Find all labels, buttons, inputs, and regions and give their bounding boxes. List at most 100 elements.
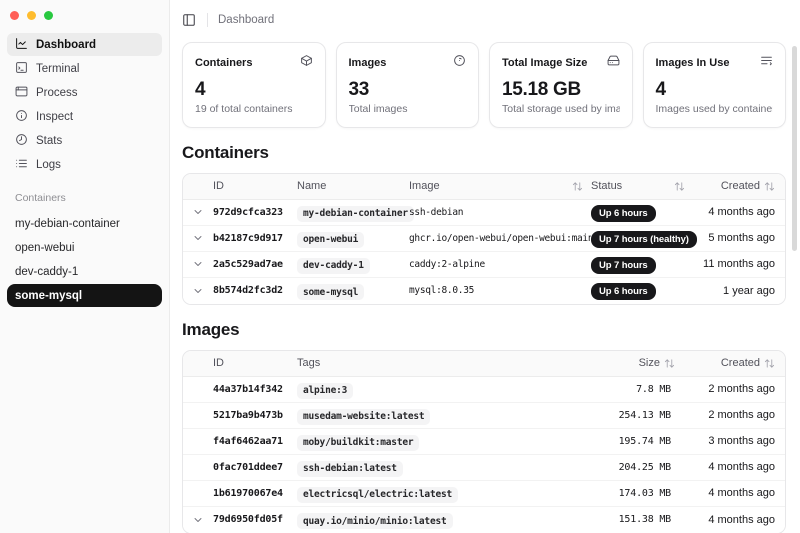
container-row[interactable]: b42187c9d917 open-webui ghcr.io/open-web… xyxy=(183,226,785,252)
sidebar-item-logs[interactable]: Logs xyxy=(7,153,162,176)
container-id: b42187c9d917 xyxy=(213,233,297,244)
card-title: Images xyxy=(349,57,387,69)
chevron-down-icon xyxy=(192,206,204,218)
window-controls xyxy=(7,10,162,33)
status-badge: Up 6 hours xyxy=(591,205,656,222)
image-row[interactable]: 44a37b14f342 alpine:3 7.8 MB 2 months ag… xyxy=(183,377,785,403)
vertical-scrollbar[interactable] xyxy=(792,46,797,251)
card-title: Containers xyxy=(195,57,252,69)
column-header-id: ID xyxy=(213,357,297,369)
card-title: Total Image Size xyxy=(502,57,587,69)
zoom-window-button[interactable] xyxy=(44,11,53,20)
status-badge: Up 7 hours xyxy=(591,257,656,274)
sidebar-item-label: Stats xyxy=(36,135,62,147)
containers-table-header: ID Name Image Status Created xyxy=(183,174,785,200)
stat-card-images-in-use: Images In Use 4 Images used by container… xyxy=(643,42,787,128)
image-row[interactable]: f4af6462aa71 moby/buildkit:master 195.74… xyxy=(183,429,785,455)
image-id: 79d6950fd05f xyxy=(213,514,297,525)
container-item-label: dev-caddy-1 xyxy=(15,266,78,278)
container-image: caddy:2-alpine xyxy=(409,259,591,270)
containers-section-title: Containers xyxy=(182,143,786,163)
container-row[interactable]: 2a5c529ad7ae dev-caddy-1 caddy:2-alpine … xyxy=(183,252,785,278)
sidebar-item-label: Terminal xyxy=(36,63,79,75)
images-table: ID Tags Size Created 44a37b14f342 alpine… xyxy=(182,350,786,533)
info-icon xyxy=(15,109,28,125)
sidebar-item-stats[interactable]: Stats xyxy=(7,129,162,152)
container-image: ssh-debian xyxy=(409,207,591,218)
images-section-title: Images xyxy=(182,320,786,340)
image-tag-badge: ssh-debian:latest xyxy=(297,461,403,477)
image-size: 254.13 MB xyxy=(577,410,685,421)
container-item-label: my-debian-container xyxy=(15,218,120,230)
sidebar-container-open-webui[interactable]: open-webui xyxy=(7,236,162,259)
container-image: ghcr.io/open-webui/open-webui:main xyxy=(409,233,591,244)
sort-icon[interactable] xyxy=(764,358,775,369)
image-created: 4 months ago xyxy=(685,487,785,499)
card-title: Images In Use xyxy=(656,57,730,69)
sidebar-toggle-button[interactable] xyxy=(182,13,197,28)
image-row[interactable]: 1b61970067e4 electricsql/electric:latest… xyxy=(183,481,785,507)
expand-row-button[interactable] xyxy=(183,258,213,270)
expand-row-button[interactable] xyxy=(183,514,213,526)
images-table-header: ID Tags Size Created xyxy=(183,351,785,377)
sidebar-container-my-debian-container[interactable]: my-debian-container xyxy=(7,212,162,235)
expand-row-button[interactable] xyxy=(183,232,213,244)
terminal-icon xyxy=(15,61,28,77)
sidebar-item-label: Process xyxy=(36,87,78,99)
image-id: 0fac701ddee7 xyxy=(213,462,297,473)
stat-card-containers: Containers 4 19 of total containers xyxy=(182,42,326,128)
image-row[interactable]: 0fac701ddee7 ssh-debian:latest 204.25 MB… xyxy=(183,455,785,481)
hard-drive-icon xyxy=(607,54,620,72)
sidebar: Dashboard Terminal Process Inspect Stats… xyxy=(0,0,170,533)
image-created: 2 months ago xyxy=(685,409,785,421)
main-content: Dashboard Containers 4 19 of total conta… xyxy=(170,0,800,533)
app-window-icon xyxy=(15,85,28,101)
sidebar-item-inspect[interactable]: Inspect xyxy=(7,105,162,128)
card-value: 4 xyxy=(656,79,774,101)
sidebar-container-some-mysql[interactable]: some-mysql xyxy=(7,284,162,307)
sort-icon[interactable] xyxy=(664,358,675,369)
image-size: 195.74 MB xyxy=(577,436,685,447)
expand-row-button[interactable] xyxy=(183,285,213,297)
container-row[interactable]: 8b574d2fc3d2 some-mysql mysql:8.0.35 Up … xyxy=(183,278,785,304)
expand-row-button[interactable] xyxy=(183,206,213,218)
clock-icon xyxy=(15,133,28,149)
image-created: 4 months ago xyxy=(685,461,785,473)
column-header-id: ID xyxy=(213,180,297,192)
sort-icon[interactable] xyxy=(674,181,685,192)
sidebar-item-dashboard[interactable]: Dashboard xyxy=(7,33,162,56)
sidebar-item-process[interactable]: Process xyxy=(7,81,162,104)
card-subtitle: Total images xyxy=(349,103,467,115)
sort-icon[interactable] xyxy=(572,181,583,192)
images-table-body: 44a37b14f342 alpine:3 7.8 MB 2 months ag… xyxy=(183,377,785,533)
chevron-down-icon xyxy=(192,514,204,526)
image-row[interactable]: 5217ba9b473b musedam-website:latest 254.… xyxy=(183,403,785,429)
container-created: 5 months ago xyxy=(693,232,785,244)
sidebar-item-terminal[interactable]: Terminal xyxy=(7,57,162,80)
sidebar-item-label: Logs xyxy=(36,159,61,171)
chevron-down-icon xyxy=(192,258,204,270)
close-window-button[interactable] xyxy=(10,11,19,20)
minimize-window-button[interactable] xyxy=(27,11,36,20)
image-id: 5217ba9b473b xyxy=(213,410,297,421)
image-created: 4 months ago xyxy=(685,514,785,526)
card-value: 33 xyxy=(349,79,467,101)
image-created: 3 months ago xyxy=(685,435,785,447)
image-id: 1b61970067e4 xyxy=(213,488,297,499)
card-value: 15.18 GB xyxy=(502,79,620,101)
sort-icon[interactable] xyxy=(764,181,775,192)
stat-card-total-image-size: Total Image Size 15.18 GB Total storage … xyxy=(489,42,633,128)
chevron-down-icon xyxy=(192,285,204,297)
disc-icon xyxy=(453,54,466,72)
container-name-badge: dev-caddy-1 xyxy=(297,258,370,274)
package-icon xyxy=(300,54,313,72)
container-created: 1 year ago xyxy=(693,285,785,297)
image-size: 151.38 MB xyxy=(577,514,685,525)
list-icon xyxy=(15,157,28,173)
sidebar-container-dev-caddy-1[interactable]: dev-caddy-1 xyxy=(7,260,162,283)
image-row[interactable]: 79d6950fd05f quay.io/minio/minio:latest … xyxy=(183,507,785,533)
list-lines-icon xyxy=(760,54,773,72)
container-id: 2a5c529ad7ae xyxy=(213,259,297,270)
container-row[interactable]: 972d9cfca323 my-debian-container ssh-deb… xyxy=(183,200,785,226)
containers-table: ID Name Image Status Created 972d9 xyxy=(182,173,786,305)
